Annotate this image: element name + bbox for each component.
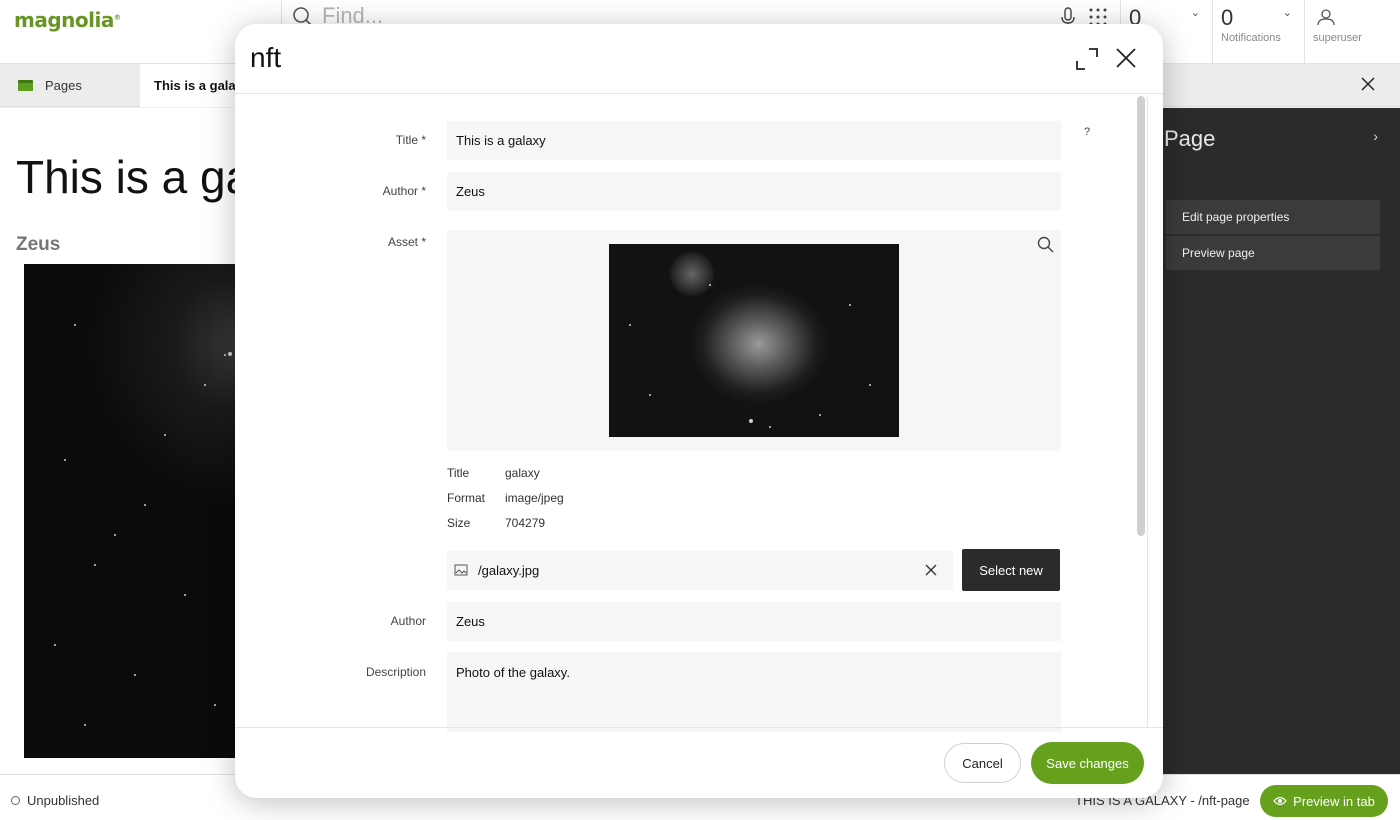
eye-icon <box>1273 794 1287 809</box>
actions-panel-title: Page <box>1164 126 1216 151</box>
tab-pages-label: Pages <box>45 78 82 93</box>
page-properties-dialog: nft ? Title * This is a galaxy Author * … <box>235 24 1163 798</box>
save-changes-button[interactable]: Save changes <box>1031 742 1144 784</box>
help-icon[interactable]: ? <box>1084 126 1090 138</box>
preview-in-tab-label: Preview in tab <box>1293 793 1375 809</box>
maximize-icon[interactable] <box>1075 47 1099 76</box>
asset-author-field[interactable]: Zeus <box>447 602 1061 641</box>
author-field[interactable]: Zeus <box>447 172 1061 211</box>
notifications-indicator[interactable]: 0 Notifications ⌄ <box>1212 0 1304 64</box>
tab-page-editor[interactable]: This is a galaxy <box>140 64 250 107</box>
notifications-count: 0 <box>1221 5 1234 30</box>
user-icon <box>1317 8 1335 31</box>
publish-status: Unpublished <box>27 793 100 808</box>
preview-author: Zeus <box>16 234 61 255</box>
author-field-label: Author * <box>382 184 426 198</box>
actions-panel: Page › Edit page properties Preview page <box>1150 108 1400 774</box>
dialog-scrollbar[interactable] <box>1137 96 1145 536</box>
cancel-button[interactable]: Cancel <box>944 743 1021 783</box>
close-tab-icon[interactable] <box>1360 76 1376 97</box>
asset-meta-title-value: galaxy <box>505 466 540 480</box>
asset-file-field[interactable]: /galaxy.jpg <box>447 551 953 590</box>
asset-meta-format-value: image/jpeg <box>505 491 564 505</box>
title-field-label: Title * <box>395 133 426 147</box>
image-file-icon <box>454 564 468 579</box>
magnolia-logo[interactable]: magnolia® <box>14 8 121 32</box>
notifications-label: Notifications <box>1221 32 1281 44</box>
chevron-down-icon: ⌄ <box>1282 7 1292 19</box>
pages-app-icon <box>18 80 33 91</box>
dialog-title: nft <box>250 42 282 73</box>
description-field[interactable]: Photo of the galaxy. <box>447 652 1061 732</box>
scrollbar-track <box>1147 96 1148 728</box>
zoom-icon[interactable] <box>1037 236 1055 259</box>
asset-file-name: /galaxy.jpg <box>478 563 540 578</box>
asset-author-label: Author <box>390 614 426 628</box>
status-indicator-icon <box>11 796 20 805</box>
tab-pages[interactable]: Pages <box>0 64 140 107</box>
asset-meta-title-label: Title <box>447 466 470 480</box>
title-field[interactable]: This is a galaxy <box>447 121 1061 160</box>
description-label: Description <box>365 665 426 679</box>
clear-asset-icon[interactable] <box>925 564 937 579</box>
action-edit-page-properties[interactable]: Edit page properties <box>1166 200 1380 234</box>
chevron-right-icon[interactable]: › <box>1373 128 1378 144</box>
asset-meta-size-value: 704279 <box>505 516 546 530</box>
asset-meta-size-label: Size <box>447 516 471 530</box>
select-new-button[interactable]: Select new <box>962 549 1060 591</box>
user-label: superuser <box>1313 32 1362 44</box>
close-icon[interactable] <box>1115 47 1137 74</box>
chevron-down-icon: ⌄ <box>1190 7 1200 19</box>
dialog-header-divider <box>235 93 1163 94</box>
user-menu[interactable]: superuser <box>1304 0 1400 64</box>
dialog-footer-divider <box>235 727 1163 728</box>
asset-preview <box>447 230 1061 451</box>
action-preview-page[interactable]: Preview page <box>1166 236 1380 270</box>
asset-thumbnail <box>609 244 899 437</box>
asset-field-label: Asset * <box>387 235 426 249</box>
preview-in-tab-button[interactable]: Preview in tab <box>1260 785 1388 817</box>
asset-meta-format-label: Format <box>447 491 486 505</box>
